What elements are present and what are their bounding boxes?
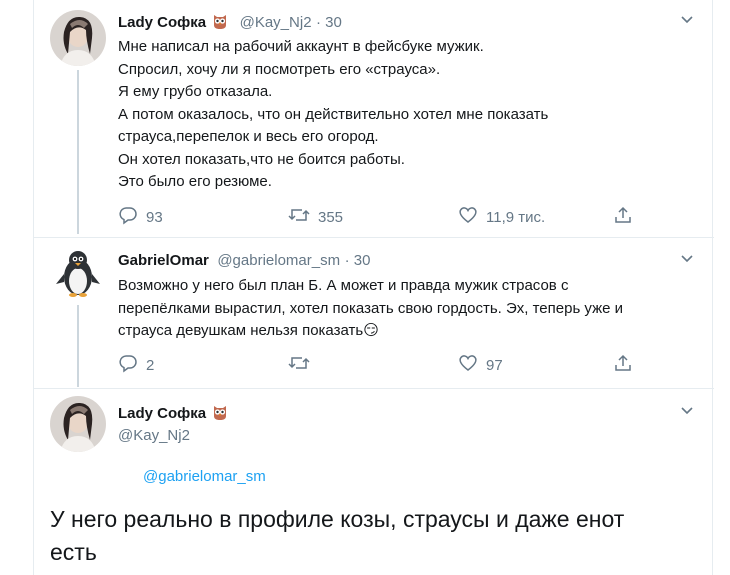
timestamp[interactable]: · 30: [345, 252, 371, 269]
heart-icon: [458, 205, 478, 229]
owl-emoji-icon: [211, 12, 229, 35]
focused-tweet-text: У него реально в профиле козы, страусы и…: [50, 506, 625, 565]
reply-count: 93: [146, 208, 163, 226]
avatar[interactable]: [50, 244, 106, 300]
owl-emoji-icon: [211, 403, 229, 426]
retweet-icon: [288, 205, 310, 229]
tweet-actions: 2 97: [118, 353, 638, 377]
retweet-button[interactable]: 355: [288, 205, 343, 229]
share-button[interactable]: [613, 353, 633, 377]
tweet-actions: 93 355 11,9 тис.: [118, 205, 638, 229]
reply-count: 2: [146, 356, 155, 374]
thread-line: [77, 70, 79, 234]
reply-icon: [118, 205, 138, 229]
author-name[interactable]: Lady Софка: [118, 405, 206, 422]
share-icon: [613, 205, 633, 229]
retweet-icon: [288, 353, 310, 377]
avatar[interactable]: [50, 10, 106, 66]
author-handle[interactable]: @gabrielomar_sm: [217, 252, 340, 269]
divider: [34, 388, 714, 389]
reply-icon: [118, 353, 138, 377]
author-handle[interactable]: @Kay_Nj2: [118, 427, 190, 444]
author-name[interactable]: GabrielOmar: [118, 252, 209, 269]
avatar[interactable]: [50, 396, 106, 452]
chevron-down-icon[interactable]: [680, 251, 694, 270]
author-name[interactable]: Lady Софка: [118, 14, 206, 31]
tweet-text: Мне написал на рабочий аккаунт в фейсбук…: [118, 38, 549, 190]
reply-button[interactable]: 93: [118, 205, 163, 229]
like-count: 11,9 тис.: [486, 208, 546, 226]
share-icon: [613, 353, 633, 377]
thread-line: [77, 305, 79, 387]
like-button[interactable]: 97: [458, 353, 503, 377]
retweet-count: 355: [318, 208, 344, 226]
chevron-down-icon[interactable]: [680, 12, 694, 31]
tweet-text: Возможно у него был план Б. А может и пр…: [118, 277, 624, 339]
retweet-button[interactable]: [288, 353, 310, 377]
like-button[interactable]: 11,9 тис.: [458, 205, 545, 229]
reply-button[interactable]: 2: [118, 353, 154, 377]
like-count: 97: [486, 356, 503, 374]
timeline: Lady Софка @Kay_Nj2 · 30 Мне написал на …: [33, 0, 714, 575]
timestamp[interactable]: · 30: [316, 14, 342, 31]
heart-icon: [458, 353, 478, 377]
divider: [34, 237, 714, 238]
smirk-emoji: 😏: [363, 322, 379, 339]
replying-to-link[interactable]: @gabrielomar_sm: [143, 468, 266, 485]
author-handle[interactable]: @Kay_Nj2: [240, 14, 312, 31]
share-button[interactable]: [613, 205, 633, 229]
chevron-down-icon[interactable]: [680, 403, 694, 422]
